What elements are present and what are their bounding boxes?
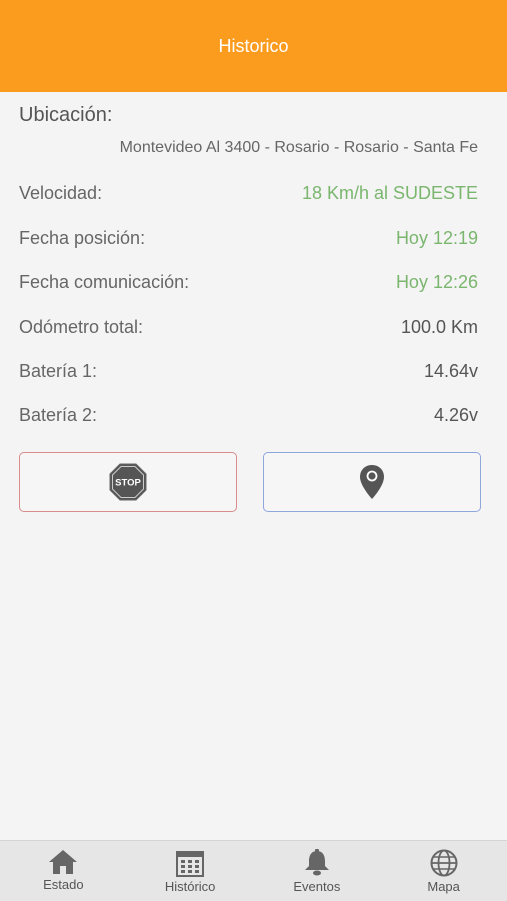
odometer-label: Odómetro total: [19, 316, 144, 337]
battery-2-label: Batería 2: [19, 404, 98, 425]
battery-2-value: 4.26v [433, 404, 478, 425]
calendar-icon [176, 851, 205, 877]
battery-1-value: 14.64v [423, 360, 478, 381]
communication-date-label: Fecha comunicación: [19, 271, 190, 292]
header-title: Historico [218, 35, 289, 56]
tab-eventos[interactable]: Eventos [254, 841, 381, 901]
odometer-value: 100.0 Km [400, 316, 478, 337]
globe-icon [430, 849, 458, 877]
stop-button[interactable]: STOP [19, 452, 237, 512]
tab-historico[interactable]: Histórico [127, 841, 254, 901]
tab-estado[interactable]: Estado [0, 841, 127, 901]
odometer-row: Odómetro total: 100.0 Km [19, 315, 478, 339]
communication-date-row: Fecha comunicación: Hoy 12:26 [19, 270, 478, 294]
tab-historico-label: Histórico [164, 879, 216, 894]
position-date-value: Hoy 12:19 [395, 227, 478, 248]
position-date-row: Fecha posición: Hoy 12:19 [19, 226, 478, 250]
speed-row: Velocidad: 18 Km/h al SUDESTE [19, 181, 478, 205]
stop-sign-icon: STOP [109, 463, 147, 501]
speed-value: 18 Km/h al SUDESTE [301, 182, 478, 203]
battery-1-label: Batería 1: [19, 360, 98, 381]
bell-icon [304, 849, 329, 876]
app-header: Historico [0, 0, 507, 92]
speed-label: Velocidad: [19, 182, 103, 203]
home-icon [49, 850, 78, 874]
stop-sign-text: STOP [115, 478, 141, 489]
position-date-label: Fecha posición: [19, 227, 146, 248]
bottom-tab-bar: Estado Histórico Eventos Mapa [0, 840, 507, 901]
tab-mapa[interactable]: Mapa [380, 841, 507, 901]
battery-1-row: Batería 1: 14.64v [19, 359, 478, 383]
location-button[interactable] [263, 452, 481, 512]
tab-estado-label: Estado [43, 877, 84, 892]
tab-eventos-label: Eventos [293, 879, 341, 894]
location-title: Ubicación: [19, 104, 113, 126]
communication-date-value: Hoy 12:26 [395, 271, 478, 292]
battery-2-row: Batería 2: 4.26v [19, 403, 478, 427]
tab-mapa-label: Mapa [427, 879, 460, 894]
map-pin-icon [360, 465, 384, 499]
location-address: Montevideo Al 3400 - Rosario - Rosario -… [119, 139, 478, 156]
